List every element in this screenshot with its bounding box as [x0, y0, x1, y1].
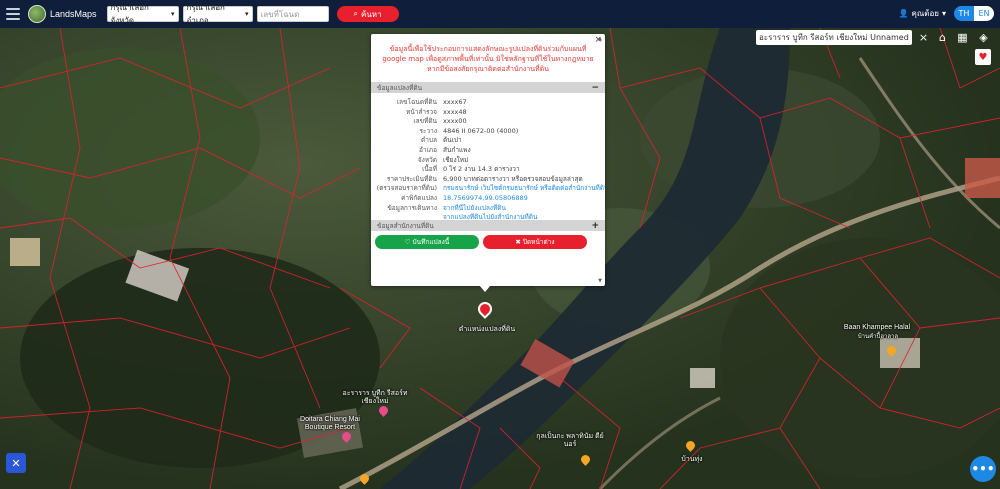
detail-value: xxxx67 — [443, 98, 467, 106]
place-label[interactable]: Baan Khampee Halal — [832, 324, 922, 332]
lang-en-button[interactable]: EN — [974, 6, 994, 21]
detail-key: เลขโฉนดที่ดิน — [396, 98, 437, 106]
treasury-link[interactable]: กรมธนารักษ์ เว็บไซต์กรมธนารักษ์ หรือติดต… — [443, 184, 605, 194]
coordinates-link[interactable]: 18.7569974,99.05806889 — [443, 194, 605, 204]
chevron-down-icon: ▾ — [941, 9, 946, 18]
detail-key: ค่าพิกัดแปลง — [401, 193, 437, 202]
detail-value: xxxx00 — [443, 117, 467, 126]
brand-name[interactable]: LandsMaps — [50, 9, 97, 19]
detail-row: เนื้อที่ 0 ไร่ 2 งาน 14.3 ตารางวา — [371, 165, 605, 175]
chevron-down-icon: ▾ — [171, 10, 175, 18]
language-switch: TH EN — [954, 6, 994, 21]
chat-more-icon[interactable]: ••• — [970, 456, 996, 482]
detail-key: ระวาง — [419, 126, 437, 135]
detail-key: เนื้อที่ — [422, 165, 437, 174]
search-button-label: ค้นหา — [360, 9, 382, 19]
popup-tail — [479, 285, 491, 292]
detail-row: จังหวัด เชียงใหม่ — [371, 156, 605, 166]
detail-row: หน้าสำรวจ xxxx48 — [371, 108, 605, 118]
search-icon: ⌕ — [353, 9, 358, 18]
place-label[interactable]: อะราราร บูทีก รีสอร์ท เชียงใหม่ — [340, 390, 410, 406]
lang-th-button[interactable]: TH — [954, 6, 974, 21]
parcel-info-popup: × ข้อมูลนี้เพื่อใช้ประกอบการแสดงลักษณะรู… — [371, 34, 605, 286]
scroll-down-icon[interactable]: ▼ — [598, 278, 602, 284]
tools-icon[interactable]: ✕ — [6, 453, 26, 473]
deed-number-input[interactable]: เลขที่โฉนด — [256, 6, 329, 22]
directions-to-office-link[interactable]: จากแปลงที่ดินไปยังสำนักงานที่ดิน — [443, 213, 605, 223]
detail-row: ข้อมูลการเดินทาง จากที่นี่ไปยังแปลงที่ดิน — [371, 204, 605, 214]
detail-row: ค่าพิกัดแปลง 18.7569974,99.05806889 — [371, 194, 605, 204]
brand-logo[interactable] — [28, 5, 46, 23]
favorite-heart-icon[interactable]: ♥ — [975, 49, 991, 65]
clear-search-icon[interactable]: × — [916, 30, 931, 45]
close-window-button[interactable]: ✖ ปิดหน้าต่าง — [483, 235, 587, 249]
detail-row: ระวาง 4846 II 0672-00 (4000) — [371, 127, 605, 137]
place-label[interactable]: บ้านคำปี้ฮาลาล — [848, 333, 908, 341]
parcel-section-header[interactable]: ข้อมูลแปลงที่ดิน − — [371, 82, 605, 93]
close-window-label: ปิดหน้าต่าง — [522, 238, 555, 246]
province-select-value: กรุณาเลือกจังหวัด — [110, 3, 149, 25]
close-icon: ✖ — [515, 238, 521, 246]
amphoe-select-value: กรุณาเลือกอำเภอ — [186, 3, 225, 25]
detail-row: ตำบล ต้นเปา — [371, 136, 605, 146]
detail-key: หน้าสำรวจ — [406, 107, 437, 116]
detail-value: 0 ไร่ 2 งาน 14.3 ตารางวา — [443, 165, 520, 174]
detail-value: เชียงใหม่ — [443, 155, 469, 164]
chevron-down-icon: ▾ — [245, 10, 249, 18]
detail-row: ราคาประเมินที่ดิน 6,900 บาทต่อตารางวา หรื… — [371, 175, 605, 185]
amphoe-select[interactable]: กรุณาเลือกอำเภอ ▾ — [182, 3, 253, 25]
map-search-input[interactable]: อะราราร บูทีก รีสอร์ท เชียงใหม่ Unnamed … — [756, 30, 912, 45]
province-select[interactable]: กรุณาเลือกจังหวัด ▾ — [106, 3, 179, 25]
detail-value: 4846 II 0672-00 (4000) — [443, 126, 519, 135]
save-parcel-button[interactable]: ♡ บันทึกแปลงนี้ — [375, 235, 479, 249]
popup-actions: ♡ บันทึกแปลงนี้ ✖ ปิดหน้าต่าง — [371, 231, 605, 253]
layers-icon[interactable]: ◈ — [976, 30, 991, 45]
parcel-details: เลขโฉนดที่ดิน xxxx67 หน้าสำรวจ xxxx48 เลขท… — [371, 93, 605, 223]
disclaimer-text: ข้อมูลนี้เพื่อใช้ประกอบการแสดงลักษณะรูปแ… — [382, 45, 594, 73]
directions-to-parcel-link[interactable]: จากที่นี่ไปยังแปลงที่ดิน — [443, 204, 605, 214]
detail-value: สันกำแพง — [443, 145, 471, 154]
section-title: ข้อมูลสำนักงานที่ดิน — [377, 221, 434, 230]
detail-value: 6,900 บาทต่อตารางวา หรือตรวจสอบข้อมูลล่า… — [443, 174, 583, 183]
detail-key: (ตรวจสอบราคาที่ดิน) — [376, 184, 437, 193]
expand-icon[interactable]: + — [591, 221, 599, 231]
detail-key: อำเภอ — [419, 145, 437, 154]
detail-value: ต้นเปา — [443, 136, 462, 145]
save-parcel-label: บันทึกแปลงนี้ — [412, 238, 450, 246]
place-label[interactable]: บ้านทุ่ง — [672, 456, 712, 464]
place-label[interactable]: Doitara Chiang Mai Boutique Resort — [290, 416, 370, 432]
user-menu[interactable]: 👤 คุณต้อย ▾ — [899, 7, 946, 20]
heart-icon: ♡ — [404, 238, 411, 246]
detail-key: ตำบล — [421, 136, 437, 145]
top-navbar: LandsMaps กรุณาเลือกจังหวัด ▾ กรุณาเลือก… — [0, 0, 1000, 28]
search-button[interactable]: ⌕ ค้นหา — [336, 6, 399, 22]
detail-key: เลขที่ดิน — [413, 117, 437, 126]
user-icon: 👤 — [898, 9, 909, 18]
grid-icon[interactable]: ▦ — [955, 30, 970, 45]
detail-value: xxxx48 — [443, 107, 467, 116]
place-label[interactable]: กุลเป็นกะ พลาทินัม ดีย์นอร์ — [530, 433, 610, 449]
detail-key: จังหวัด — [417, 155, 437, 164]
user-name: คุณต้อย — [911, 9, 939, 18]
detail-row: อำเภอ สันกำแพง — [371, 146, 605, 156]
home-icon[interactable]: ⌂ — [935, 30, 950, 45]
parcel-location-label: ตำแหน่งแปลงที่ดิน — [458, 326, 516, 333]
menu-icon[interactable] — [6, 8, 20, 20]
detail-key: ราคาประเมินที่ดิน — [386, 174, 437, 183]
scroll-up-icon[interactable]: ▲ — [598, 36, 602, 42]
section-title: ข้อมูลแปลงที่ดิน — [377, 83, 423, 92]
detail-key: ข้อมูลการเดินทาง — [387, 203, 437, 212]
collapse-icon[interactable]: − — [591, 83, 599, 93]
detail-row: เลขที่ดิน xxxx00 — [371, 117, 605, 127]
detail-row: เลขโฉนดที่ดิน xxxx67 — [371, 98, 605, 108]
detail-row: (ตรวจสอบราคาที่ดิน) กรมธนารักษ์ เว็บไซต์ก… — [371, 184, 605, 194]
